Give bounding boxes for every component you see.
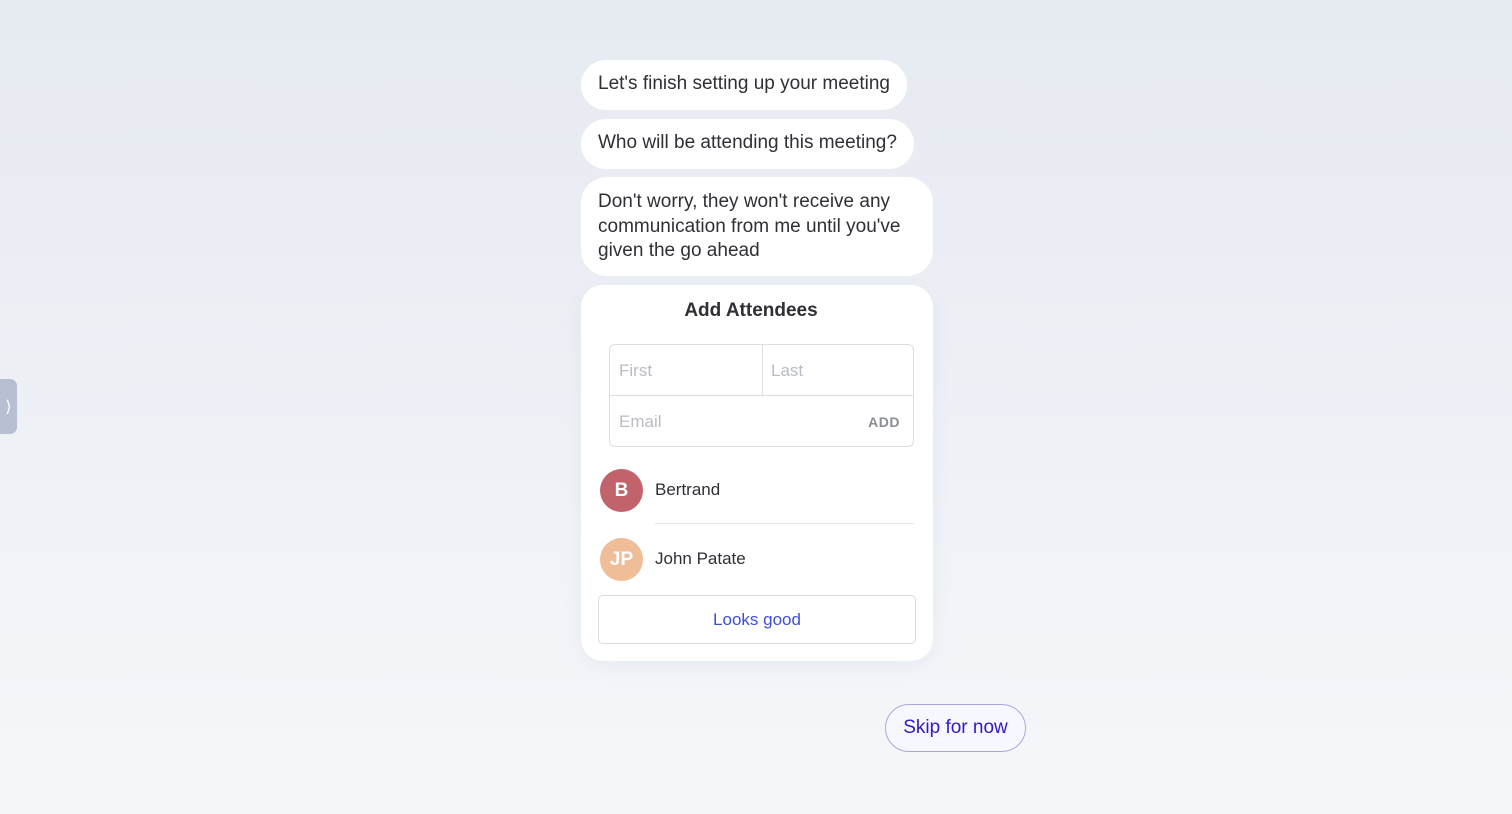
looks-good-button[interactable]: Looks good xyxy=(598,595,916,644)
attendee-separator xyxy=(655,523,914,524)
first-name-input[interactable]: First xyxy=(619,361,652,381)
attendee-name: John Patate xyxy=(655,549,746,568)
email-input[interactable]: Email xyxy=(619,412,662,432)
last-name-input[interactable]: Last xyxy=(771,361,803,381)
chat-message: Don't worry, they won't receive any comm… xyxy=(581,177,933,276)
attendee-item[interactable]: B Bertrand xyxy=(600,469,920,512)
card-title: Add Attendees xyxy=(684,300,818,321)
attendee-form: First Last Email ADD xyxy=(609,344,914,447)
chevron-right-icon: ⟩ xyxy=(5,398,12,416)
avatar: JP xyxy=(600,538,643,581)
skip-for-now-button[interactable]: Skip for now xyxy=(885,704,1026,752)
field-divider xyxy=(762,345,763,396)
chat-message: Who will be attending this meeting? xyxy=(581,119,914,169)
attendee-name: Bertrand xyxy=(655,480,721,499)
add-attendees-card: Add Attendees First Last Email ADD B Ber… xyxy=(581,285,933,661)
add-attendee-button[interactable]: ADD xyxy=(868,414,900,430)
chat-message: Let's finish setting up your meeting xyxy=(581,60,907,110)
attendee-item[interactable]: JP John Patate xyxy=(600,538,920,581)
sidebar-toggle-button[interactable]: ⟩ xyxy=(0,379,17,434)
avatar: B xyxy=(600,469,643,512)
